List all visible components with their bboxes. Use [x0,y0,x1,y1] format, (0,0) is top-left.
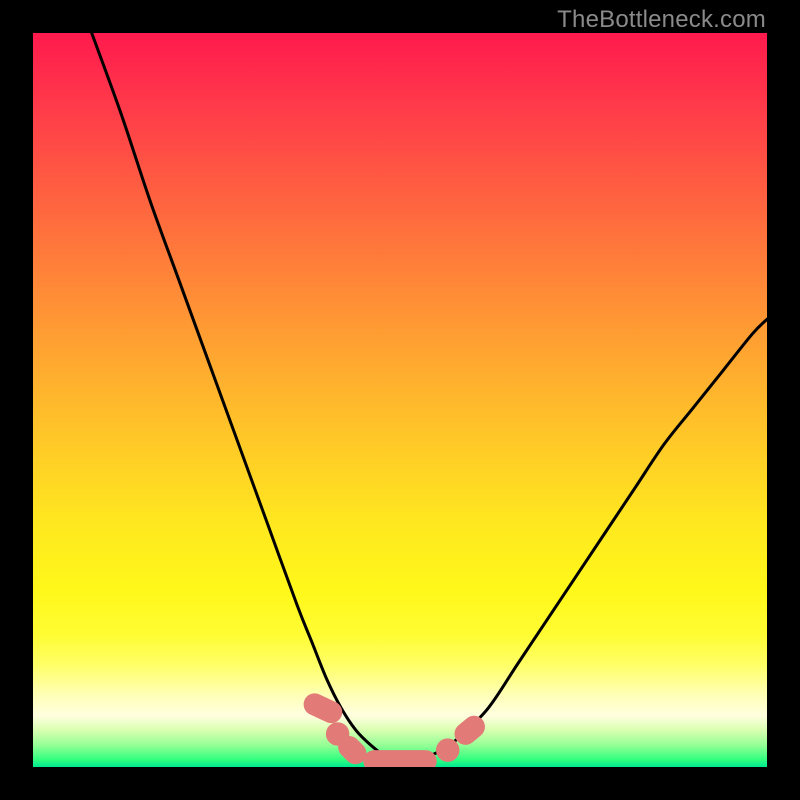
watermark-text: TheBottleneck.com [557,6,766,34]
plot-area [33,33,767,767]
chart-frame: TheBottleneck.com [0,0,800,800]
marker-capsule [300,690,346,727]
marker-group [300,690,489,767]
bottleneck-curve [92,33,767,760]
marker-dot [436,738,459,761]
bottleneck-curve-svg [33,33,767,767]
marker-capsule [363,750,436,767]
